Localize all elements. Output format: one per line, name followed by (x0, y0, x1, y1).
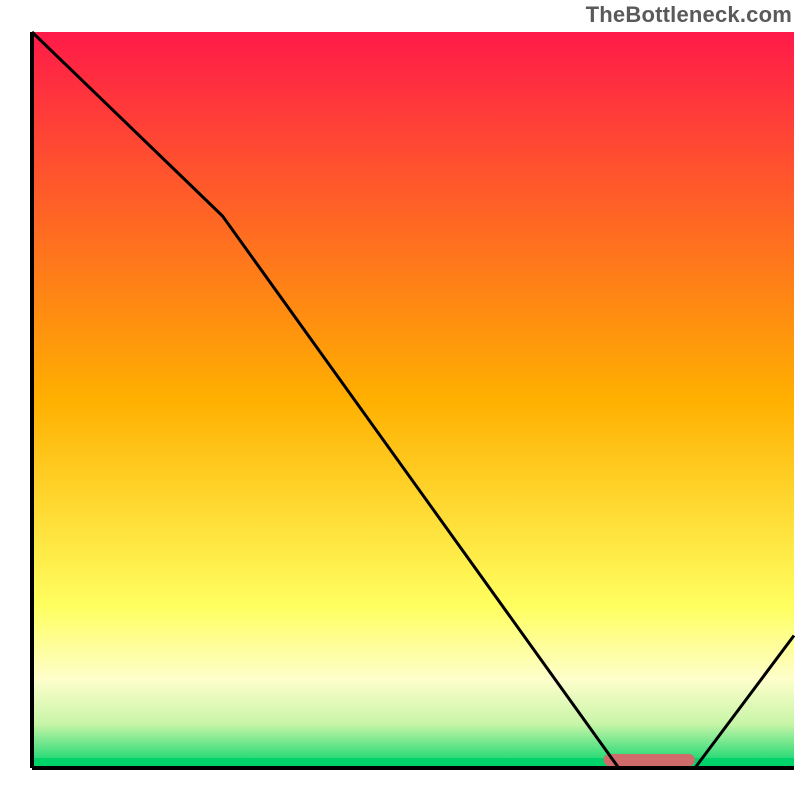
watermark-label: TheBottleneck.com (586, 2, 792, 28)
chart-container: TheBottleneck.com (0, 0, 800, 800)
bottleneck-chart (0, 0, 800, 800)
